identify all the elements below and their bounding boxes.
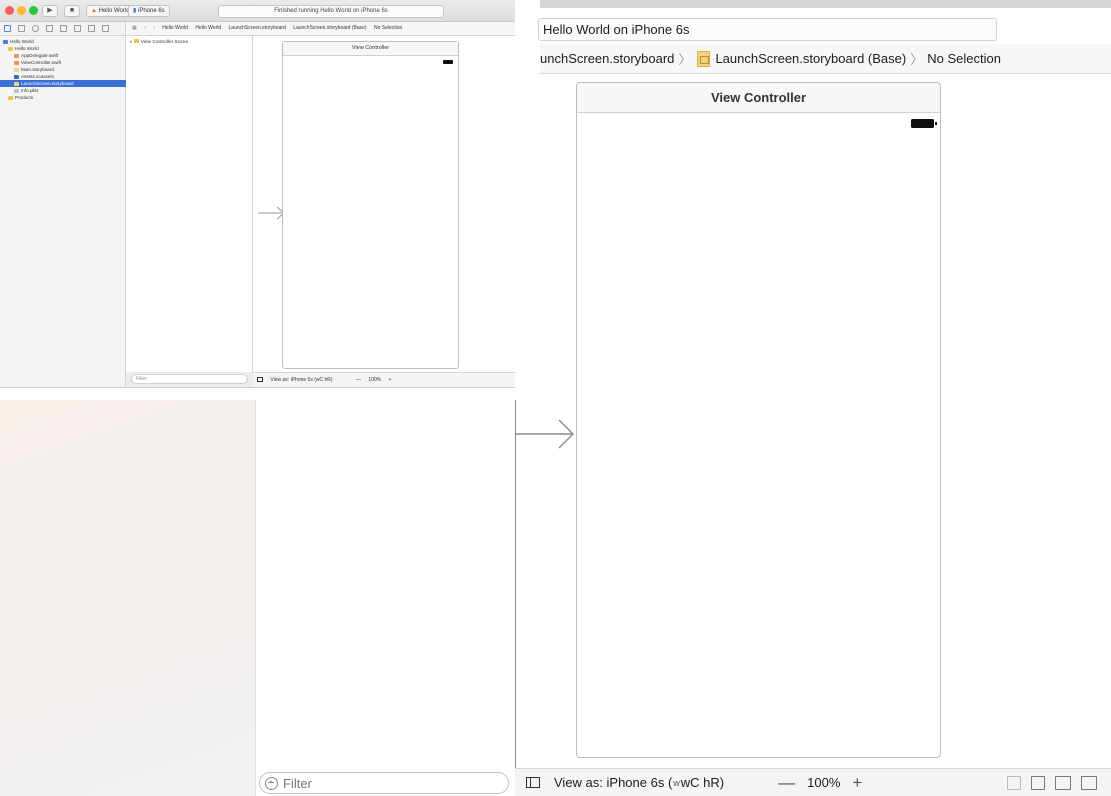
pin-icon[interactable] (1055, 776, 1071, 790)
mini-vc-title: View Controller (283, 42, 458, 56)
mini-zoom-out[interactable]: — (356, 377, 361, 383)
width-class-icon: w (673, 777, 680, 788)
nav-item-group[interactable]: Hello World (0, 45, 126, 52)
chevron-right-icon: 〉 (678, 52, 692, 67)
nav-item-infoplist[interactable]: Info.plist (0, 87, 126, 94)
device-icon: ▮ (133, 8, 137, 14)
mini-xcode-window: ▶ ■ ▲ Hello World ▮ iPhone 6s Finished r… (0, 0, 540, 388)
jump-item-group[interactable]: Hello World (195, 25, 221, 31)
nav-item-products[interactable]: Products (0, 94, 126, 101)
jump-bar: unchScreen.storyboard 〉 LaunchScreen.sto… (540, 44, 1111, 74)
nav-item-viewcontroller[interactable]: ViewController.swift (0, 59, 126, 66)
scene-icon (133, 39, 139, 43)
scheme-label: Hello World (98, 8, 130, 14)
swift-file-icon (14, 53, 19, 58)
jump-item-selection[interactable]: No Selection (374, 25, 402, 31)
filter-input[interactable] (283, 775, 483, 791)
mini-view-controller-scene[interactable]: View Controller (282, 41, 459, 369)
back-icon[interactable]: ‹ (144, 25, 146, 31)
project-navigator: Hello World Hello World AppDelegate.swif… (0, 36, 126, 387)
project-navigator-icon[interactable] (4, 25, 11, 32)
device-label: iPhone 6s (137, 8, 165, 14)
close-light-icon[interactable] (5, 6, 14, 15)
view-controller-scene[interactable]: View Controller (576, 82, 941, 758)
navigator-selector-bar (0, 22, 126, 36)
mini-canvas-bottom-bar: View as: iPhone 6s (wC hR) — 100% + (253, 372, 539, 387)
zoom-in-button[interactable]: + (852, 773, 862, 793)
jump-item-base[interactable]: LaunchScreen.storyboard (Base) (715, 51, 906, 66)
document-outline: ▸ View Controller Scene (126, 36, 253, 372)
jump-item-selection[interactable]: No Selection (927, 51, 1001, 66)
canvas-bottom-bar: View as: iPhone 6s ( w wC hR) — 100% + (515, 768, 1111, 796)
nav-item-launchscreen[interactable]: LaunchScreen.storyboard (0, 80, 126, 87)
view-as-label[interactable]: View as: iPhone 6s ( (554, 775, 672, 790)
zoom-level: 100% (807, 775, 841, 790)
minimize-light-icon[interactable] (17, 6, 26, 15)
issue-navigator-icon[interactable] (46, 25, 53, 32)
storyboard-icon (697, 50, 711, 67)
folder-icon (8, 46, 13, 51)
mini-outline-filter[interactable]: Filter (131, 374, 248, 384)
storyboard-icon (14, 67, 19, 72)
navigator-zoom-area (0, 400, 255, 796)
jump-item-file[interactable]: unchScreen.storyboard (540, 51, 674, 66)
sidebar-toggle-icon[interactable] (526, 777, 540, 788)
resolve-auto-layout-icon[interactable] (1081, 776, 1097, 790)
document-outline-zoom (255, 400, 515, 796)
nav-item-appdelegate[interactable]: AppDelegate.swift (0, 52, 126, 59)
battery-icon (443, 60, 453, 64)
nav-item-project[interactable]: Hello World (0, 38, 126, 45)
canvas-divider (515, 400, 516, 768)
device-selector[interactable]: ▮ iPhone 6s (128, 5, 170, 17)
jump-item-file[interactable]: LaunchScreen.storyboard (229, 25, 286, 31)
chevron-right-icon: 〉 (910, 52, 924, 67)
activity-status: Finished running Hello World on iPhone 6… (218, 5, 444, 18)
embed-in-stack-icon[interactable] (1007, 776, 1021, 790)
swift-file-icon (14, 60, 19, 65)
disclosure-icon[interactable]: ▸ (130, 40, 132, 45)
jump-item-project[interactable]: Hello World (162, 25, 188, 31)
battery-icon (911, 119, 937, 128)
activity-status-zoom: Hello World on iPhone 6s (538, 18, 997, 41)
align-icon[interactable] (1031, 776, 1045, 790)
forward-icon[interactable]: › (153, 25, 155, 31)
nav-item-main-storyboard[interactable]: Main.storyboard (0, 66, 126, 73)
outline-item-scene[interactable]: ▸ View Controller Scene (130, 39, 188, 45)
folder-icon (8, 95, 13, 100)
sidebar-toggle-icon[interactable] (257, 377, 263, 383)
hammer-icon: ▲ (91, 8, 97, 14)
plist-icon (14, 88, 19, 93)
filter-icon (265, 776, 278, 790)
mini-title-bar: ▶ ■ ▲ Hello World ▮ iPhone 6s Finished r… (0, 0, 539, 22)
test-navigator-icon[interactable] (60, 25, 67, 32)
debug-navigator-icon[interactable] (74, 25, 81, 32)
storyboard-entry-arrow-icon[interactable] (515, 418, 577, 450)
window-top-edge (540, 0, 1111, 8)
stop-button[interactable]: ■ (64, 5, 80, 17)
view-controller-title: View Controller (577, 83, 940, 113)
related-items-icon[interactable]: ▦ (132, 25, 137, 31)
mini-jump-bar: ▦ ‹ › Hello World Hello World LaunchScre… (126, 22, 539, 36)
mini-zoom-in[interactable]: + (389, 377, 392, 383)
storyboard-icon (14, 81, 19, 86)
zoom-out-button[interactable]: — (778, 773, 795, 793)
size-classes-label[interactable]: wC hR) (681, 775, 724, 790)
outline-filter-field[interactable] (259, 772, 509, 794)
breakpoint-navigator-icon[interactable] (88, 25, 95, 32)
jump-item-base[interactable]: LaunchScreen.storyboard (Base) (293, 25, 366, 31)
assets-icon (14, 74, 19, 79)
mini-zoom-level: 100% (368, 377, 382, 383)
symbol-navigator-icon[interactable] (18, 25, 25, 32)
report-navigator-icon[interactable] (102, 25, 109, 32)
nav-item-assets[interactable]: Assets.xcassets (0, 73, 126, 80)
zoom-light-icon[interactable] (29, 6, 38, 15)
find-navigator-icon[interactable] (32, 25, 39, 32)
run-button[interactable]: ▶ (42, 5, 58, 17)
project-icon (3, 39, 8, 44)
